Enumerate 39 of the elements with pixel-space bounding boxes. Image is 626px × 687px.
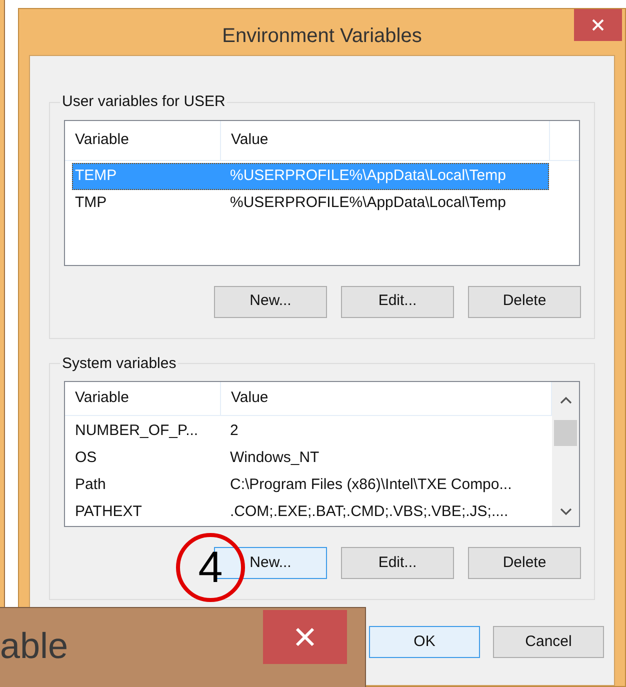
column-header[interactable]: Variable xyxy=(65,120,221,160)
scroll-up-icon[interactable] xyxy=(560,396,572,404)
dialog-button[interactable]: Edit... xyxy=(341,286,454,318)
scrollbar[interactable] xyxy=(552,382,579,526)
dialog-button[interactable]: Delete xyxy=(468,286,581,318)
close-icon xyxy=(295,627,315,647)
variable-name: TMP xyxy=(74,192,108,213)
variable-name: TEMP xyxy=(74,166,118,186)
highlighted-button[interactable]: OK xyxy=(369,626,480,658)
variable-value: %USERPROFILE%\AppData\Local\Temp xyxy=(229,166,506,186)
list-row[interactable]: TMP %USERPROFILE%\AppData\Local\Temp xyxy=(72,190,549,216)
list-row[interactable]: NUMBER_OF_P... 2 xyxy=(72,418,551,445)
scroll-down-icon[interactable] xyxy=(560,508,572,516)
group-label: User variables for USER xyxy=(61,92,226,112)
variable-value: .COM;.EXE;.BAT;.CMD;.VBS;.VBE;.JS;.... xyxy=(229,502,508,522)
scroll-thumb[interactable] xyxy=(554,420,577,446)
variable-name: PATHEXT xyxy=(74,502,143,522)
dialog-button[interactable]: New... xyxy=(214,286,327,318)
close-button[interactable] xyxy=(263,610,347,664)
variable-value: 2 xyxy=(229,421,238,442)
close-button[interactable] xyxy=(574,9,622,41)
list-row[interactable]: Path C:\Program Files (x86)\Intel\TXE Compo... xyxy=(72,472,551,499)
dialog-button[interactable]: Delete xyxy=(468,547,581,579)
dialog-button[interactable]: Edit... xyxy=(341,547,454,579)
window-title: able xyxy=(0,628,68,664)
window-title: Environment Variables xyxy=(221,24,423,49)
variable-value: C:\Program Files (x86)\Intel\TXE Compo... xyxy=(229,475,512,496)
column-header[interactable]: Variable xyxy=(65,382,221,415)
variable-name: NUMBER_OF_P... xyxy=(74,421,200,442)
dialog-button[interactable]: Cancel xyxy=(493,626,604,658)
variable-value: %USERPROFILE%\AppData\Local\Temp xyxy=(229,192,506,213)
list-row[interactable]: OS Windows_NT xyxy=(72,445,551,472)
close-icon xyxy=(592,19,604,31)
list-row[interactable]: PATHEXT .COM;.EXE;.BAT;.CMD;.VBS;.VBE;.JS;.... xyxy=(72,499,551,526)
variable-value: Windows_NT xyxy=(229,448,320,468)
column-header[interactable]: Value xyxy=(221,120,550,160)
group-label: System variables xyxy=(61,354,178,374)
variable-name: OS xyxy=(74,448,98,468)
variable-name: Path xyxy=(74,475,107,496)
